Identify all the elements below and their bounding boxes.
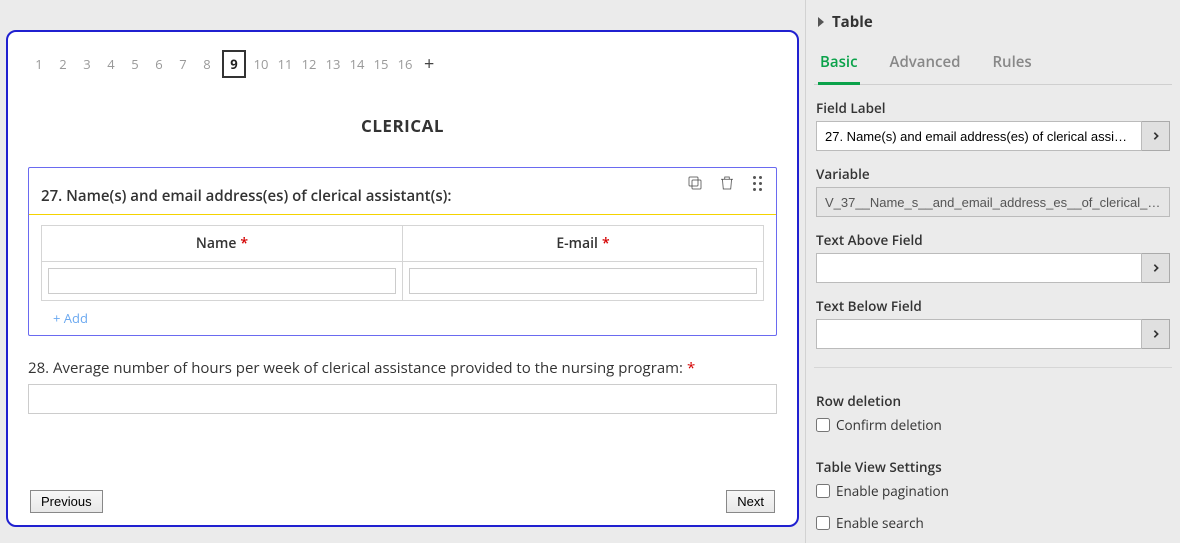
page-tab-15[interactable]: 15 bbox=[372, 53, 390, 75]
section-table-view: Table View Settings bbox=[816, 458, 1172, 476]
panel-title: Table bbox=[832, 12, 873, 32]
section-row-deletion: Row deletion bbox=[816, 392, 1172, 410]
page-tab-16[interactable]: 16 bbox=[396, 53, 414, 75]
required-icon: * bbox=[687, 358, 695, 378]
variable-input bbox=[816, 187, 1170, 217]
expand-button[interactable] bbox=[1142, 319, 1170, 349]
page-tab-4[interactable]: 4 bbox=[102, 53, 120, 75]
prop-field-label: Field Label bbox=[814, 99, 1172, 151]
field-table-clerical-assistants[interactable]: 27. Name(s) and email address(es) of cle… bbox=[28, 167, 777, 336]
required-icon: * bbox=[240, 234, 248, 253]
property-tabs: Basic Advanced Rules bbox=[814, 42, 1172, 85]
duplicate-icon[interactable] bbox=[686, 174, 704, 192]
next-button[interactable]: Next bbox=[726, 490, 775, 513]
q28-input[interactable] bbox=[28, 384, 777, 414]
page-tab-6[interactable]: 6 bbox=[150, 53, 168, 75]
collapse-icon[interactable] bbox=[818, 17, 824, 27]
required-icon: * bbox=[602, 234, 610, 253]
prop-variable: Variable bbox=[814, 165, 1172, 217]
page-tab-14[interactable]: 14 bbox=[348, 53, 366, 75]
page-tab-10[interactable]: 10 bbox=[252, 53, 270, 75]
expand-button[interactable] bbox=[1142, 121, 1170, 151]
field-label-q27: 27. Name(s) and email address(es) of cle… bbox=[29, 168, 776, 215]
name-input[interactable] bbox=[48, 268, 396, 294]
enable-search-checkbox[interactable]: Enable search bbox=[816, 514, 1172, 532]
text-below-input[interactable] bbox=[816, 319, 1142, 349]
properties-panel: Table Basic Advanced Rules Field Label V… bbox=[805, 0, 1180, 543]
prop-text-above: Text Above Field bbox=[814, 231, 1172, 283]
page-tab-3[interactable]: 3 bbox=[78, 53, 96, 75]
form-canvas: 1 2 3 4 5 6 7 8 9 10 11 12 13 14 15 16 +… bbox=[6, 30, 799, 527]
expand-button[interactable] bbox=[1142, 253, 1170, 283]
page-tabs: 1 2 3 4 5 6 7 8 9 10 11 12 13 14 15 16 + bbox=[8, 32, 797, 90]
enable-pagination-checkbox[interactable]: Enable pagination bbox=[816, 482, 1172, 500]
page-tab-12[interactable]: 12 bbox=[300, 53, 318, 75]
page-tab-13[interactable]: 13 bbox=[324, 53, 342, 75]
add-row-button[interactable]: + Add bbox=[29, 301, 776, 335]
page-tab-5[interactable]: 5 bbox=[126, 53, 144, 75]
add-page-button[interactable]: + bbox=[420, 52, 438, 76]
page-tab-11[interactable]: 11 bbox=[276, 53, 294, 75]
table-row bbox=[42, 262, 763, 300]
field-label-input[interactable] bbox=[816, 121, 1142, 151]
email-input[interactable] bbox=[409, 268, 757, 294]
page-tab-9[interactable]: 9 bbox=[222, 50, 246, 78]
drag-handle-icon[interactable] bbox=[750, 176, 768, 191]
page-tab-8[interactable]: 8 bbox=[198, 53, 216, 75]
table-q27: Name* E-mail* bbox=[41, 225, 764, 301]
tab-advanced[interactable]: Advanced bbox=[888, 42, 963, 84]
text-above-input[interactable] bbox=[816, 253, 1142, 283]
field-toolbar bbox=[686, 174, 768, 192]
tab-basic[interactable]: Basic bbox=[818, 42, 860, 85]
page-tab-7[interactable]: 7 bbox=[174, 53, 192, 75]
field-label-q28: 28. Average number of hours per week of … bbox=[28, 358, 777, 378]
tab-rules[interactable]: Rules bbox=[990, 42, 1033, 84]
previous-button[interactable]: Previous bbox=[30, 490, 103, 513]
page-tab-2[interactable]: 2 bbox=[54, 53, 72, 75]
prop-text-below: Text Below Field bbox=[814, 297, 1172, 349]
table-header-name: Name* bbox=[42, 226, 403, 261]
field-text-q28[interactable]: 28. Average number of hours per week of … bbox=[28, 358, 777, 414]
confirm-deletion-checkbox[interactable]: Confirm deletion bbox=[816, 416, 1172, 434]
table-header-email: E-mail* bbox=[403, 226, 763, 261]
page-title: CLERICAL bbox=[8, 114, 797, 137]
delete-icon[interactable] bbox=[718, 174, 736, 192]
page-tab-1[interactable]: 1 bbox=[30, 53, 48, 75]
